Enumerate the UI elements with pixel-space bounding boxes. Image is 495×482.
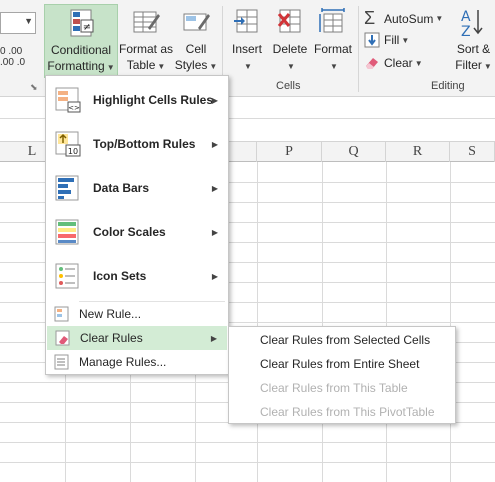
svg-text:<>: <> <box>68 104 80 112</box>
number-format-dropdown[interactable]: ▼ <box>0 12 36 34</box>
clear-rules-this-table: Clear Rules from This Table <box>260 381 408 395</box>
column-header-s[interactable]: S <box>450 142 495 162</box>
sort-filter-button[interactable]: A Z Sort & Filter ▼ <box>452 4 495 78</box>
dialog-launcher-icon[interactable]: ⬊ <box>30 82 38 93</box>
manage-rules-icon <box>54 354 69 370</box>
insert-button[interactable]: Insert ▼ <box>226 4 268 78</box>
decimal-buttons[interactable]: 0 .00 .00 .0 <box>0 46 25 68</box>
column-header-p[interactable]: P <box>257 142 322 162</box>
svg-text:Z: Z <box>461 24 471 38</box>
group-separator <box>358 6 359 92</box>
delete-button[interactable]: Delete ▼ <box>269 4 311 78</box>
svg-text:10: 10 <box>68 147 78 156</box>
chevron-down-icon: ▼ <box>483 62 492 71</box>
fill-down-icon <box>364 32 380 48</box>
top-bottom-icon: 10 <box>55 131 81 157</box>
chevron-down-icon: ▼ <box>287 62 295 71</box>
insert-cells-icon <box>234 9 258 33</box>
clear-rules-selected-cells[interactable]: Clear Rules from Selected Cells <box>260 333 430 347</box>
conditional-formatting-menu: <> Highlight Cells Rules ▶ 10 Top/Bottom… <box>45 75 229 375</box>
menu-item-manage-rules[interactable]: Manage Rules... <box>46 350 228 374</box>
menu-item-data-bars[interactable]: Data Bars ▶ <box>46 166 228 210</box>
icon-sets-icon <box>55 263 79 289</box>
chevron-down-icon: ▼ <box>435 14 444 23</box>
menu-item-new-rule[interactable]: New Rule... <box>46 302 228 326</box>
format-cells-icon <box>319 8 345 33</box>
sort-filter-icon: A Z <box>461 9 483 38</box>
chevron-right-icon: ▶ <box>211 139 218 149</box>
clear-rules-submenu: Clear Rules from Selected Cells Clear Ru… <box>228 326 456 424</box>
format-button[interactable]: Format ▼ <box>311 4 355 78</box>
cell-styles-button[interactable]: Cell Styles ▼ <box>174 4 218 78</box>
menu-item-highlight-cells-rules[interactable]: <> Highlight Cells Rules ▶ <box>46 78 228 122</box>
color-scales-icon <box>55 219 79 245</box>
menu-item-icon-sets[interactable]: Icon Sets ▶ <box>46 254 228 298</box>
sigma-icon: Σ <box>364 8 376 28</box>
chevron-right-icon: ▶ <box>211 227 218 237</box>
menu-item-top-bottom-rules[interactable]: 10 Top/Bottom Rules ▶ <box>46 122 228 166</box>
chevron-right-icon: ▶ <box>211 271 218 281</box>
conditional-formatting-icon: ≠ <box>70 9 94 37</box>
chevron-right-icon: ▶ <box>211 95 218 105</box>
chevron-right-icon: ▶ <box>211 183 218 193</box>
chevron-right-icon: ▶ <box>210 333 217 343</box>
conditional-formatting-button[interactable]: ≠ Conditional Formatting ▼ <box>44 4 118 78</box>
clear-rules-this-pivottable: Clear Rules from This PivotTable <box>260 405 435 419</box>
chevron-down-icon: ▼ <box>401 35 410 45</box>
editing-group-label: Editing <box>431 80 465 92</box>
column-header-q[interactable]: Q <box>322 142 386 162</box>
highlight-cells-icon: <> <box>55 87 81 113</box>
chevron-down-icon: ▼ <box>106 63 115 72</box>
new-rule-icon <box>54 306 69 322</box>
chevron-down-icon: ▼ <box>330 62 338 71</box>
chevron-down-icon: ▼ <box>209 62 218 71</box>
clear-rules-icon <box>55 330 70 346</box>
svg-text:≠: ≠ <box>83 22 91 33</box>
chevron-down-icon: ▼ <box>24 16 33 26</box>
cells-group-label: Cells <box>276 80 301 92</box>
data-bars-icon <box>55 175 79 201</box>
format-as-table-button[interactable]: Format as Table ▼ <box>119 4 173 78</box>
menu-item-color-scales[interactable]: Color Scales ▶ <box>46 210 228 254</box>
column-header-r[interactable]: R <box>386 142 450 162</box>
fill-button[interactable]: Fill ▼ <box>364 32 409 48</box>
chevron-down-icon: ▼ <box>157 62 166 71</box>
cell-styles-icon <box>183 13 210 31</box>
chevron-down-icon: ▼ <box>414 58 423 68</box>
svg-text:A: A <box>461 9 471 25</box>
autosum-button[interactable]: Σ AutoSum ▼ <box>364 8 443 29</box>
clear-rules-entire-sheet[interactable]: Clear Rules from Entire Sheet <box>260 357 419 371</box>
table-format-icon <box>133 11 160 33</box>
chevron-down-icon: ▼ <box>244 62 252 71</box>
clear-button[interactable]: Clear ▼ <box>364 55 423 71</box>
delete-cells-icon <box>277 9 301 33</box>
eraser-icon <box>366 58 378 69</box>
menu-item-clear-rules[interactable]: Clear Rules ▶ <box>47 326 227 350</box>
